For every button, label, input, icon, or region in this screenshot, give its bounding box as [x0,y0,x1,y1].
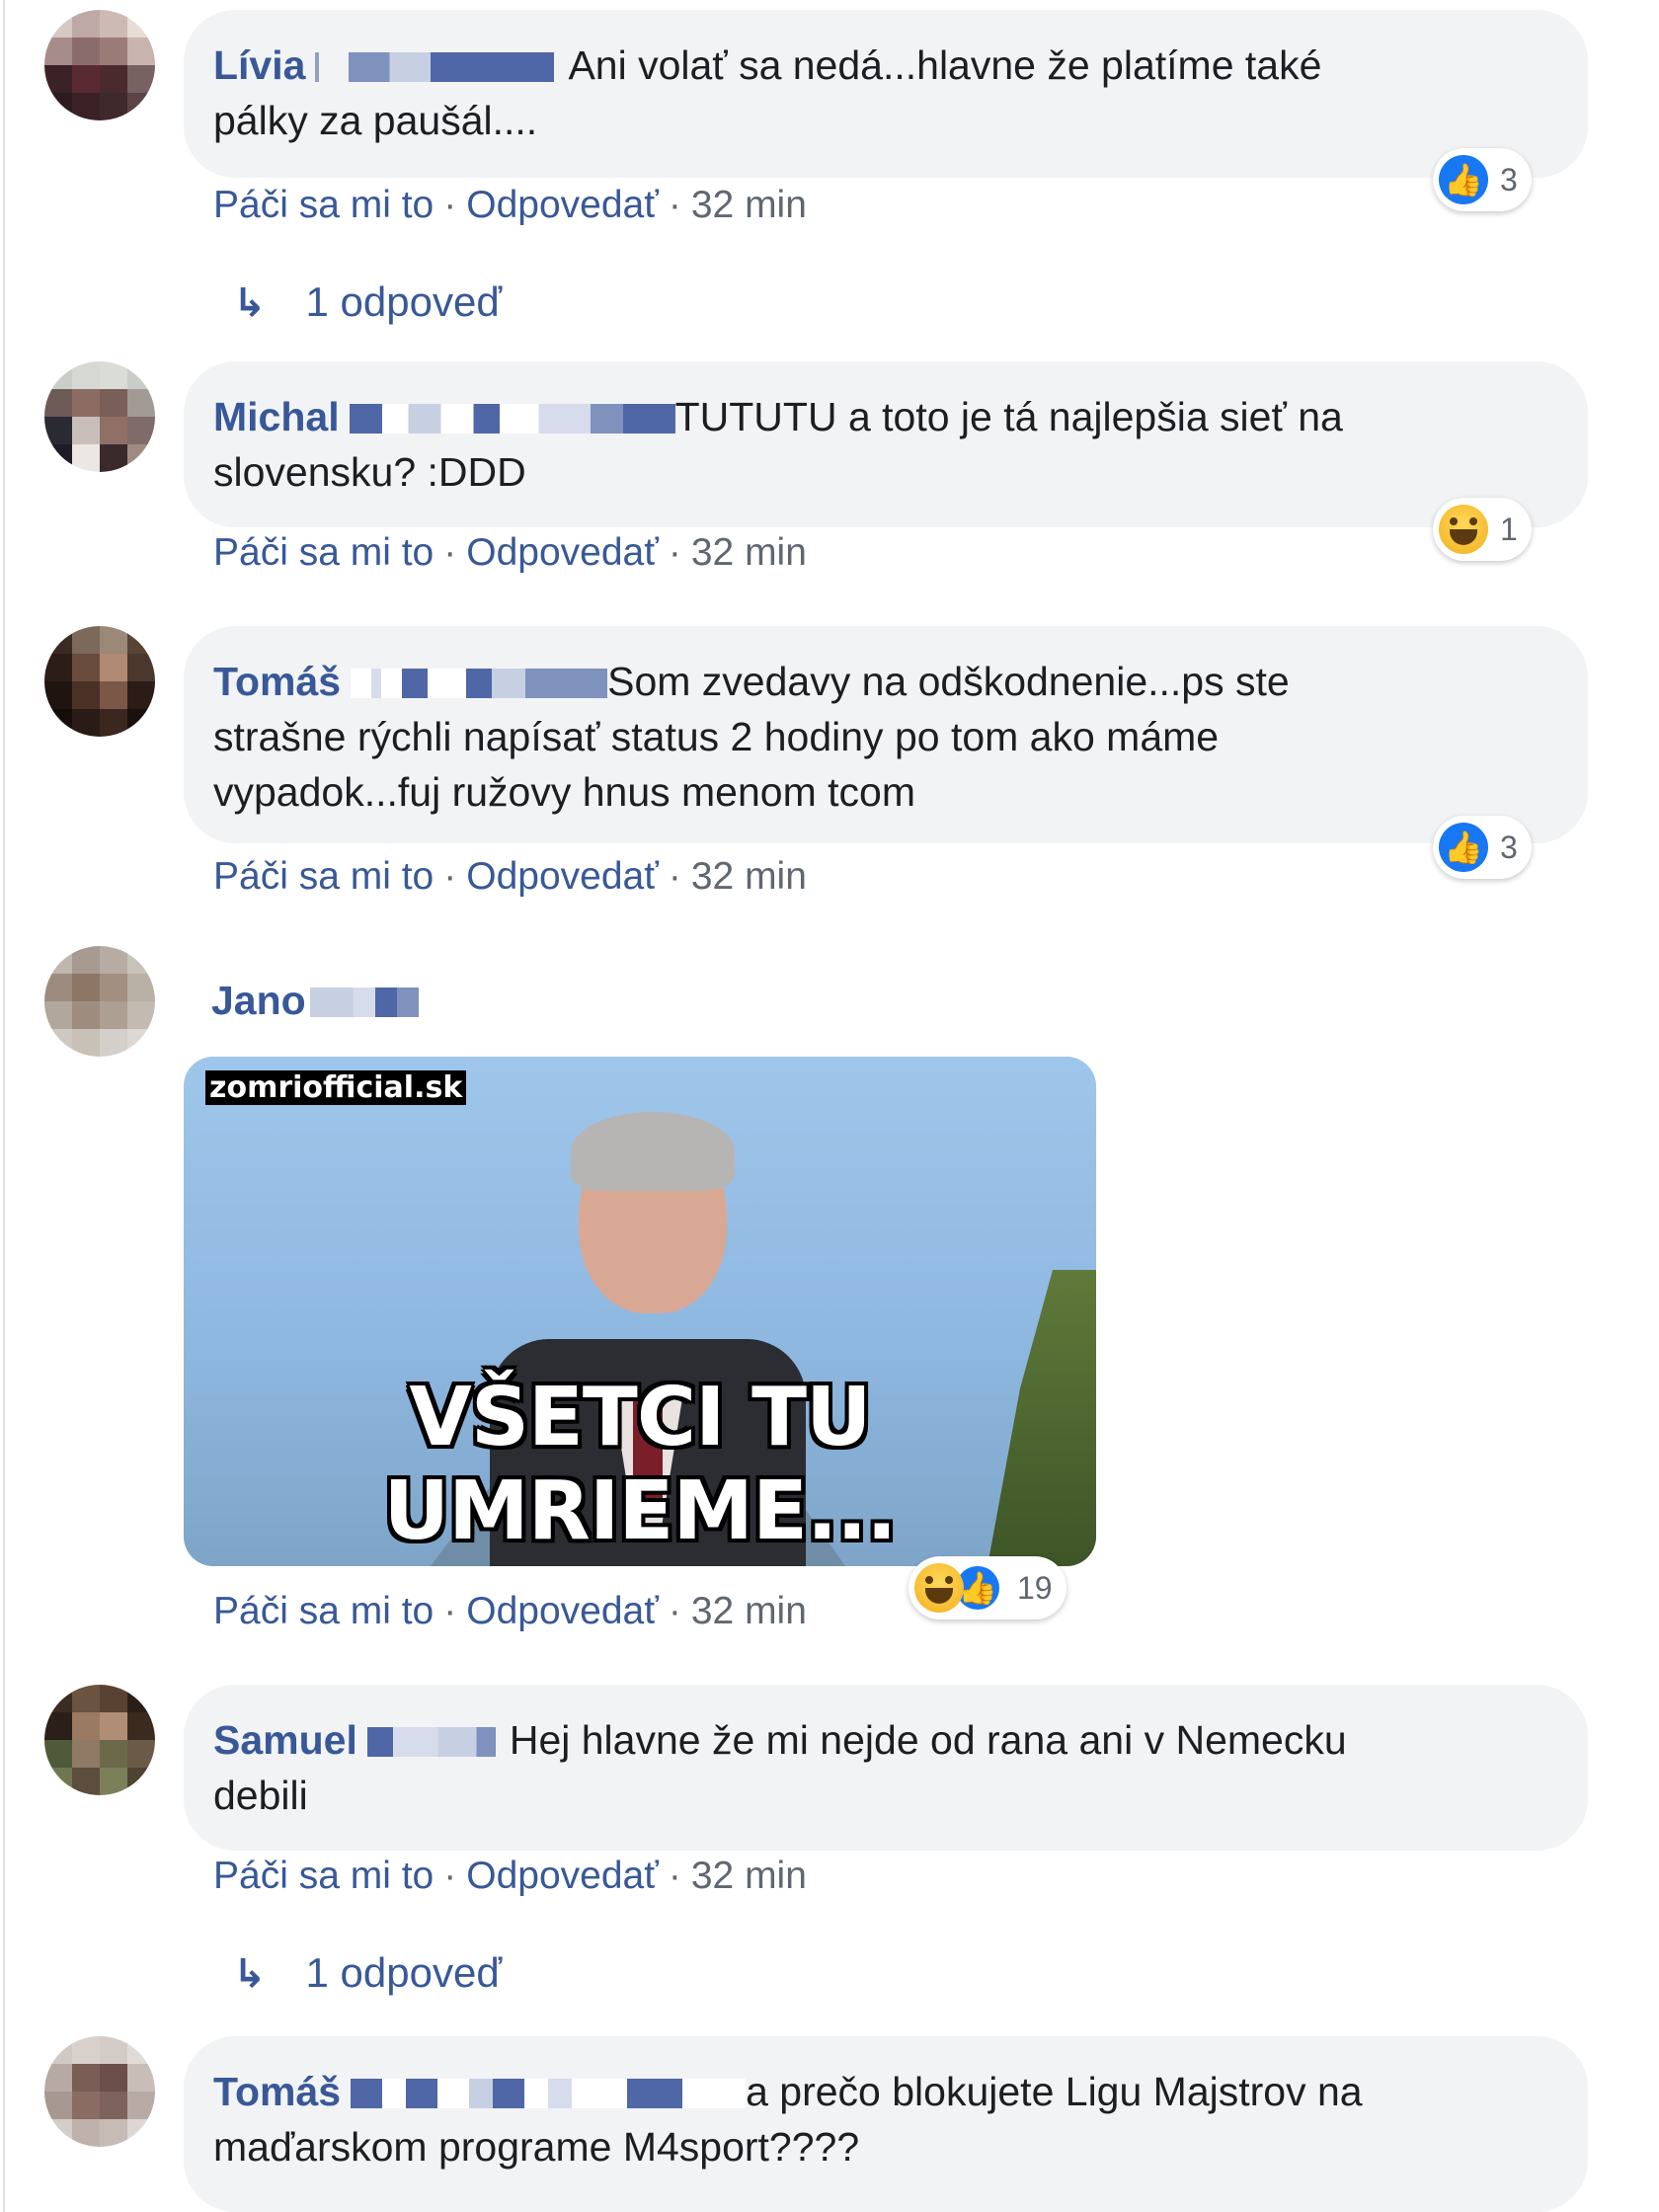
reaction-summary[interactable]: 👍 3 [1433,148,1532,211]
reply-link[interactable]: Odpovedať [466,184,659,226]
redacted-name [351,2079,747,2108]
comment-text: slovensku? :DDD [213,449,526,495]
comment-text: Ani volať sa nedá...hlavne že platíme ta… [568,42,1322,88]
timestamp[interactable]: 32 min [691,855,807,898]
comment-bubble: Samuel Hej hlavne že mi nejde od rana ani… [184,1685,1588,1851]
comment-text: vypadok...fuj ružovy hnus menom tcom [213,769,915,815]
reply-arrow-icon: ↳ [233,281,267,325]
meme-person-hair [571,1112,735,1191]
haha-reaction-icon [1439,505,1488,554]
like-link[interactable]: Páči sa mi to [213,531,434,574]
comment-author[interactable]: Jano [211,978,306,1023]
view-replies-link[interactable]: ↳ 1 odpoveď [233,1949,502,1997]
comment-text: Hej hlavne že mi nejde od rana ani v Nem… [509,1717,1347,1763]
comment-text: strašne rýchli napísať status 2 hodiny p… [213,714,1220,759]
avatar[interactable] [44,946,155,1057]
reaction-count: 3 [1500,829,1518,865]
meme-watermark: zomriofficial.sk [205,1070,467,1105]
timestamp[interactable]: 32 min [691,1855,807,1897]
comment-actions: Páči sa mi to · Odpovedať · 32 min [213,1855,807,1897]
redacted-name [309,988,419,1017]
like-link[interactable]: Páči sa mi to [213,1590,434,1632]
reply-link[interactable]: Odpovedať [466,855,659,898]
redacted-name [349,52,555,82]
comment-bubble: Tomáš a prečo blokujete Ligu Majstrov na … [184,2036,1588,2212]
like-link[interactable]: Páči sa mi to [213,184,434,226]
left-divider [3,0,5,2212]
redacted-name [351,669,608,698]
reply-count: 1 odpoveď [305,278,503,325]
comment-bubble: Michal TUTUTU a toto je tá najlepšia sieť… [184,361,1588,527]
reaction-summary[interactable]: 1 [1433,498,1532,561]
reaction-summary[interactable]: 👍 19 [908,1556,1066,1620]
timestamp[interactable]: 32 min [691,1590,807,1632]
redacted-name [349,404,675,434]
reply-link[interactable]: Odpovedať [466,1855,659,1897]
avatar[interactable] [44,361,155,472]
comment-bubble: Lívia Ani volať sa nedá...hlavne že platí… [184,10,1588,178]
comment-text: pálky za paušál.... [213,98,538,143]
avatar[interactable] [44,626,155,737]
like-reaction-icon: 👍 [1439,823,1488,872]
redacted-name [366,1727,496,1757]
reply-count: 1 odpoveď [305,1949,503,1996]
haha-reaction-icon [914,1563,964,1613]
reply-arrow-icon: ↳ [233,1952,267,1996]
comment-text: Som zvedavy na odškodnenie...ps ste [607,659,1290,704]
reaction-count: 1 [1500,511,1518,547]
comment-text: a prečo blokujete Ligu Majstrov na [746,2069,1363,2114]
comment-actions: Páči sa mi to · Odpovedať · 32 min [213,184,807,226]
reply-link[interactable]: Odpovedať [466,531,659,574]
avatar[interactable] [44,10,155,120]
like-reaction-icon: 👍 [1439,155,1488,204]
reaction-count: 19 [1017,1569,1053,1606]
comment-author[interactable]: Michal [213,394,340,439]
comment-author-row: Jano [211,978,419,1024]
comment-text: debili [213,1773,308,1818]
comment-author[interactable]: Tomáš [213,2069,341,2114]
comment-author[interactable]: Lívia [213,42,305,88]
meme-image[interactable]: zomriofficial.sk VŠETCI TU UMRIEME... [184,1057,1096,1566]
like-link[interactable]: Páči sa mi to [213,1855,434,1897]
comment-author[interactable]: Samuel [213,1717,357,1763]
comment-actions: Páči sa mi to · Odpovedať · 32 min [213,1590,807,1632]
reaction-count: 3 [1500,161,1518,198]
like-link[interactable]: Páči sa mi to [213,855,434,898]
redacted-name [315,52,320,82]
comment-bubble: Tomáš Som zvedavy na odškodnenie...ps ste… [184,626,1588,843]
avatar[interactable] [44,2036,155,2147]
reply-link[interactable]: Odpovedať [466,1590,659,1632]
view-replies-link[interactable]: ↳ 1 odpoveď [233,278,502,326]
comment-text: TUTUTU a toto je tá najlepšia sieť na [674,394,1343,439]
comment-text: maďarskom programe M4sport???? [213,2124,860,2170]
comment-author[interactable]: Tomáš [213,659,341,704]
timestamp[interactable]: 32 min [691,531,807,574]
timestamp[interactable]: 32 min [691,184,807,226]
comment-actions: Páči sa mi to · Odpovedať · 32 min [213,855,807,898]
comment-actions: Páči sa mi to · Odpovedať · 32 min [213,531,807,574]
reaction-summary[interactable]: 👍 3 [1433,816,1532,879]
meme-caption: VŠETCI TU UMRIEME... [383,1371,898,1558]
avatar[interactable] [44,1685,155,1795]
